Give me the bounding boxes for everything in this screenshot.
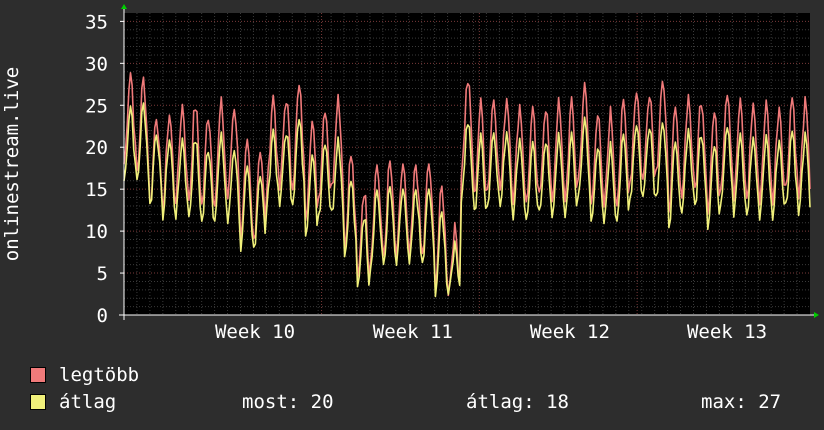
y-axis-arrow bbox=[121, 4, 127, 9]
legend-label-max: legtöbb bbox=[59, 364, 140, 386]
stat-average: átlag: 18 bbox=[466, 391, 569, 413]
y-axis-title: onlinestream.live bbox=[1, 66, 23, 262]
y-tick-label: 20 bbox=[85, 137, 108, 159]
x-axis-arrow bbox=[814, 312, 819, 318]
y-tick-label: 15 bbox=[85, 179, 108, 201]
y-tick-label: 10 bbox=[85, 221, 108, 243]
y-tick-label: 30 bbox=[85, 53, 108, 75]
legend-label-avg: átlag bbox=[59, 391, 117, 413]
x-tick-label: Week 12 bbox=[530, 321, 610, 343]
x-tick-label: Week 11 bbox=[373, 321, 453, 343]
y-tick-label: 0 bbox=[97, 305, 108, 327]
y-tick-label: 25 bbox=[85, 95, 108, 117]
y-tick-label: 35 bbox=[85, 11, 108, 33]
stat-current: most: 20 bbox=[242, 391, 334, 413]
x-tick-label: Week 13 bbox=[687, 321, 767, 343]
legend-swatch-avg bbox=[30, 394, 46, 410]
legend-swatch-max bbox=[30, 367, 46, 383]
stat-maximum: max: 27 bbox=[701, 391, 782, 413]
y-tick-label: 5 bbox=[97, 263, 108, 285]
x-tick-label: Week 10 bbox=[215, 321, 295, 343]
